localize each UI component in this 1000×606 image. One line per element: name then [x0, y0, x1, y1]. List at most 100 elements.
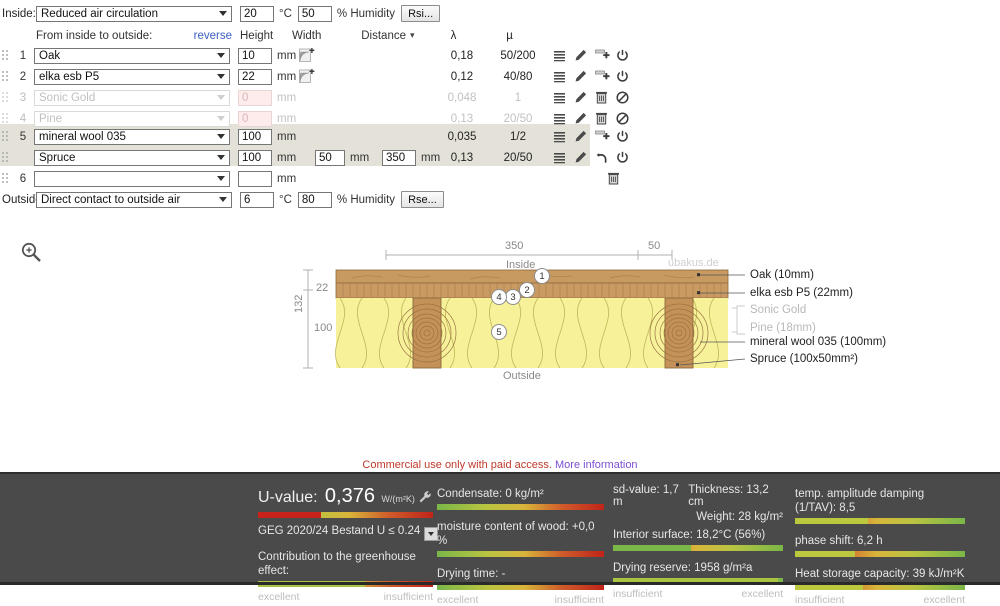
scale-left-label-2: excellent [437, 594, 479, 606]
layer-marker-4[interactable]: 4 [491, 289, 507, 305]
distance-input[interactable]: 350 [382, 149, 416, 166]
drag-handle[interactable] [2, 70, 11, 83]
ban-icon[interactable] [616, 91, 629, 104]
height-unit: mm [277, 70, 297, 83]
add-layer-icon[interactable] [595, 70, 610, 83]
undo-icon[interactable] [595, 151, 608, 164]
inside-temp-input[interactable]: 20 [240, 5, 274, 22]
trash-icon[interactable] [595, 91, 608, 104]
pencil-icon[interactable] [574, 112, 587, 125]
legend-item-3: Pine (18mm) [750, 322, 816, 334]
wood-texture-icon[interactable] [299, 48, 315, 63]
list-icon[interactable] [553, 151, 566, 164]
outside-temp-input[interactable]: 6 [240, 191, 274, 208]
greenhouse-label: Contribution to the greenhouse effect: [258, 551, 416, 577]
rsi-button[interactable]: Rsi... [401, 5, 441, 22]
material-select[interactable]: Pine [34, 110, 230, 127]
list-icon[interactable] [553, 130, 566, 143]
trash-icon[interactable] [607, 172, 620, 185]
power-icon[interactable] [616, 49, 629, 62]
pencil-icon[interactable] [574, 151, 587, 164]
material-select[interactable]: Oak [34, 47, 230, 64]
material-value: Pine [39, 112, 63, 125]
chevron-down-icon [217, 115, 225, 121]
legend-item-2: Sonic Gold [750, 304, 807, 316]
drag-handle[interactable] [2, 172, 11, 185]
layer-marker-1[interactable]: 1 [534, 268, 550, 284]
material-select[interactable]: Sonic Gold [34, 89, 230, 106]
mu-value: 50/200 [500, 49, 536, 62]
more-information-link[interactable]: More information [555, 459, 638, 471]
material-select[interactable] [34, 170, 230, 187]
height-input[interactable]: 100 [238, 149, 272, 166]
height-input[interactable]: 0 [238, 110, 272, 127]
outside-condition-select[interactable]: Direct contact to outside air [36, 191, 232, 208]
sort-indicator-icon[interactable]: ▾ [410, 30, 415, 41]
scale-left-label-3: insufficient [613, 588, 663, 600]
layer-number: 5 [19, 130, 27, 143]
height-input[interactable]: 100 [238, 128, 272, 145]
drag-handle[interactable] [2, 91, 11, 104]
height-input[interactable]: 0 [238, 89, 272, 106]
ban-icon[interactable] [616, 112, 629, 125]
power-icon[interactable] [616, 70, 629, 83]
width-input[interactable]: 50 [315, 149, 345, 166]
power-icon[interactable] [616, 151, 629, 164]
layer-marker-2[interactable]: 2 [519, 282, 535, 298]
dim-top-side: 50 [648, 240, 661, 252]
layer-marker-5[interactable]: 5 [491, 324, 507, 340]
dim-left-total: 132 [293, 294, 305, 313]
wood-moisture-bar-fill [437, 551, 441, 557]
add-layer-icon[interactable] [595, 49, 610, 62]
inside-condition-select[interactable]: Reduced air circulation [36, 5, 232, 22]
mu-value: 20/50 [503, 151, 533, 164]
interior-surface-label: Interior surface: 18,2°C (56%) [613, 529, 766, 541]
material-select[interactable]: Spruce [34, 149, 230, 166]
drag-handle[interactable] [2, 112, 11, 125]
list-icon[interactable] [553, 49, 566, 62]
drag-handle[interactable] [2, 130, 11, 143]
layer-number: 3 [19, 91, 27, 104]
pencil-icon[interactable] [574, 91, 587, 104]
list-icon[interactable] [553, 70, 566, 83]
diagram-svg [303, 250, 746, 369]
outside-humidity-input[interactable]: 80 [297, 191, 332, 208]
layer-marker-3[interactable]: 3 [505, 289, 521, 305]
trash-icon[interactable] [595, 112, 608, 125]
list-icon[interactable] [553, 112, 566, 125]
power-icon[interactable] [616, 130, 629, 143]
add-layer-icon[interactable] [595, 130, 610, 143]
height-unit: mm [277, 91, 297, 104]
layer-row: Spruce 100 mm 50 mm 350 mm 0,13 20/50 [2, 147, 629, 168]
pencil-icon[interactable] [574, 70, 587, 83]
list-icon[interactable] [553, 91, 566, 104]
reverse-link[interactable]: reverse [186, 30, 232, 42]
header-height: Height [240, 29, 274, 42]
uvalue-standard-dropdown[interactable] [423, 527, 438, 541]
material-value: Spruce [39, 151, 76, 164]
chevron-down-icon [219, 10, 227, 16]
pencil-icon[interactable] [574, 130, 587, 143]
wrench-icon[interactable] [418, 490, 432, 504]
sd-value-label: sd-value: 1,7 m [613, 484, 679, 508]
drag-handle[interactable] [2, 49, 11, 62]
inside-label: Inside: [2, 7, 36, 20]
height-input[interactable] [238, 170, 272, 187]
material-select[interactable]: elka esb P5 [34, 68, 230, 85]
header-distance[interactable]: Distance [356, 30, 406, 42]
height-input[interactable]: 22 [238, 68, 272, 85]
material-select[interactable]: mineral wool 035 [34, 128, 230, 145]
drag-handle[interactable] [2, 151, 11, 164]
layer-number: 6 [19, 172, 27, 185]
wood-texture-icon[interactable] [299, 69, 315, 84]
height-input[interactable]: 10 [238, 47, 272, 64]
amplitude-damping-bar-fill [795, 518, 869, 524]
inside-humidity-input[interactable]: 50 [297, 5, 332, 22]
layer-editor: Inside: Reduced air circulation 20 °C 50… [0, 0, 1000, 471]
wood-moisture-label: moisture content of wood: +0,0 % [437, 521, 595, 547]
scale-right-label-3: excellent [741, 588, 783, 600]
height-unit: mm [277, 172, 297, 185]
moisture-column: Condensate: 0 kg/m² moisture content of … [437, 472, 604, 606]
pencil-icon[interactable] [574, 49, 587, 62]
rse-button[interactable]: Rse... [401, 191, 444, 208]
